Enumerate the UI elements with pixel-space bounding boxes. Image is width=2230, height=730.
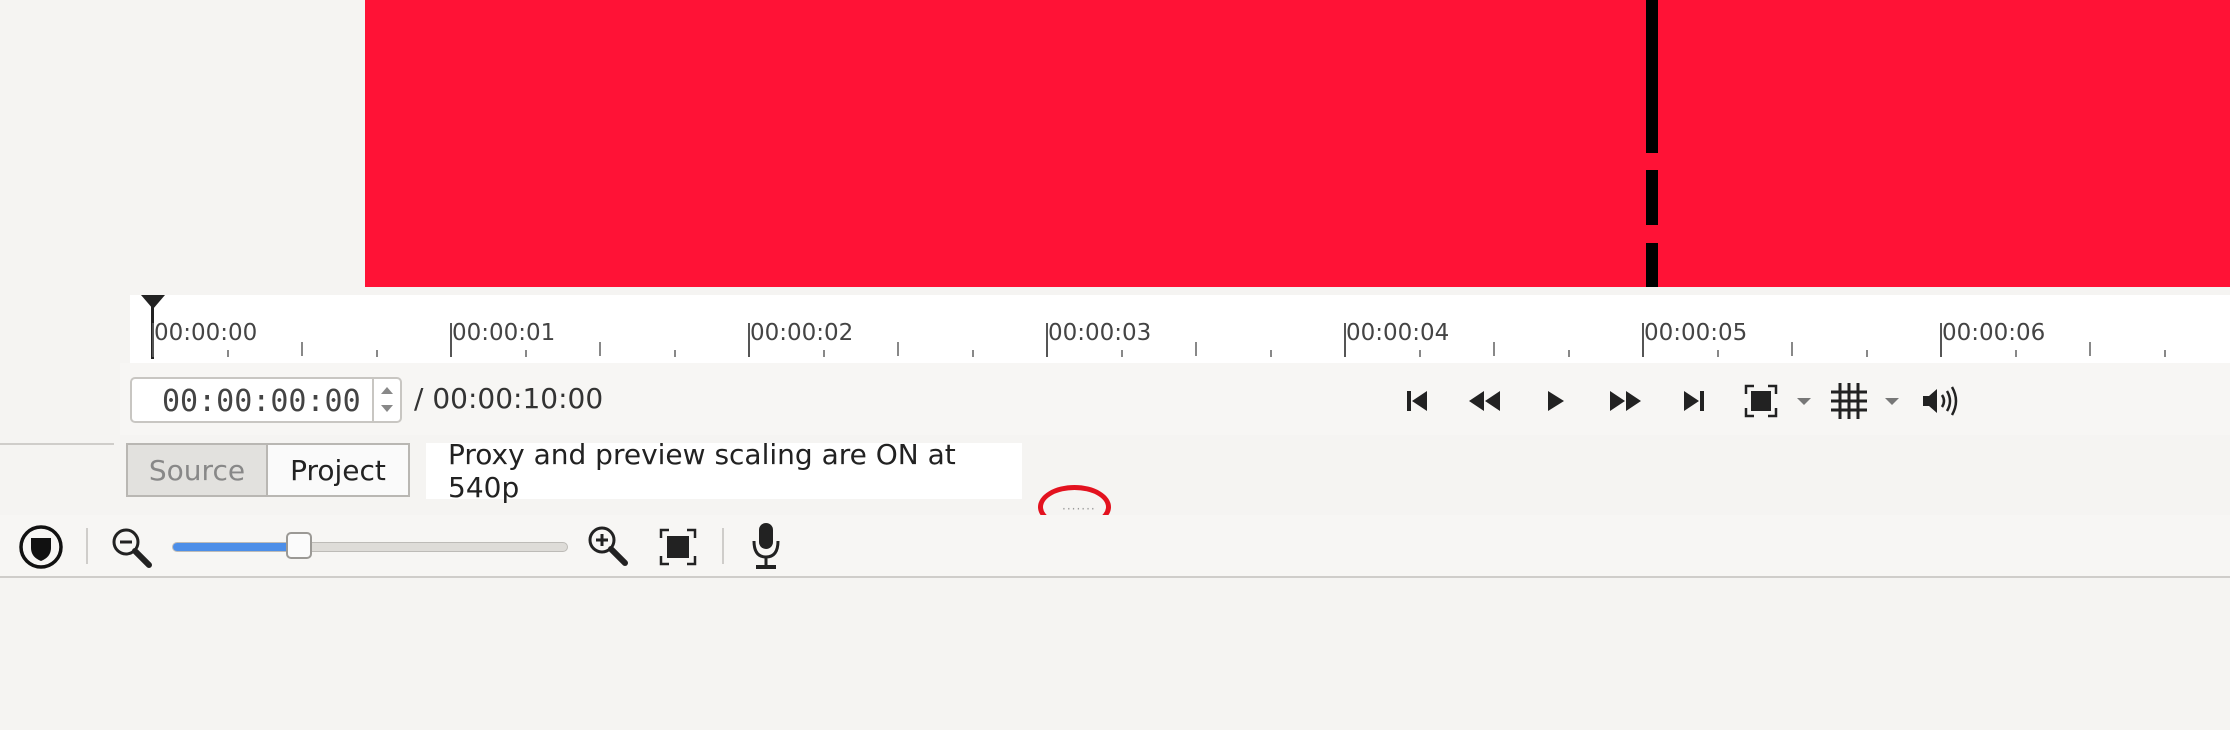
video-preview-frame xyxy=(365,0,2230,287)
ruler-time-label: 00:00:03 xyxy=(1048,320,1152,346)
ruler-minor-tick xyxy=(1195,342,1197,356)
ruler-minor-tick xyxy=(301,342,303,356)
record-audio-button[interactable] xyxy=(743,520,789,572)
ruler-time-label: 00:00:04 xyxy=(1346,320,1450,346)
ruler-minor-tick xyxy=(1419,350,1421,357)
guide-line-segment xyxy=(1646,243,1658,287)
zoom-fit-icon xyxy=(1744,384,1778,418)
ruler-minor-tick xyxy=(897,342,899,356)
zoom-fit-dropdown-icon[interactable] xyxy=(1797,398,1811,405)
play-icon xyxy=(1548,391,1564,411)
zoom-out-icon xyxy=(112,528,152,568)
ruler-minor-tick xyxy=(599,342,601,356)
toolbar-separator xyxy=(722,528,724,564)
zoom-slider-handle[interactable] xyxy=(286,532,312,559)
panel-divider xyxy=(0,443,114,445)
timeline-area[interactable] xyxy=(0,580,2230,730)
timeline-zoom-slider[interactable] xyxy=(172,542,568,552)
skip-start-button[interactable] xyxy=(1394,378,1440,424)
play-button[interactable] xyxy=(1532,378,1578,424)
ruler-minor-tick xyxy=(674,350,676,357)
zoom-fit-button[interactable] xyxy=(1738,378,1784,424)
track-status-button[interactable] xyxy=(16,522,66,572)
guide-line-segment xyxy=(1646,170,1658,225)
ruler-time-label: 00:00:01 xyxy=(452,320,556,346)
volume-button[interactable] xyxy=(1918,378,1964,424)
ruler-time-label: 00:00:06 xyxy=(1942,320,2046,346)
ruler-minor-tick xyxy=(972,350,974,357)
timecode-input[interactable]: 00:00:00:00 xyxy=(130,377,402,423)
duration-label: / 00:00:10:00 xyxy=(414,382,604,415)
volume-icon xyxy=(1923,386,1958,416)
fit-zoom-icon xyxy=(659,528,697,566)
zoom-in-icon xyxy=(588,526,628,566)
ruler-minor-tick xyxy=(525,350,527,357)
ruler-time-label: 00:00:02 xyxy=(750,320,854,346)
ruler-minor-tick xyxy=(227,350,229,357)
ruler-minor-tick xyxy=(1866,350,1868,357)
ruler-minor-tick xyxy=(2164,350,2166,357)
fit-zoom-button[interactable] xyxy=(655,524,701,570)
ruler-time-label: 00:00:05 xyxy=(1644,320,1748,346)
grid-dropdown-icon[interactable] xyxy=(1885,398,1899,405)
fast-forward-button[interactable] xyxy=(1602,378,1648,424)
timecode-value[interactable]: 00:00:00:00 xyxy=(162,384,361,419)
guide-line-segment xyxy=(1646,0,1658,153)
skip-start-icon xyxy=(1407,391,1427,411)
spin-up-icon[interactable] xyxy=(381,387,393,394)
ruler-minor-tick xyxy=(1493,342,1495,356)
skip-end-button[interactable] xyxy=(1671,378,1717,424)
proxy-status-text: Proxy and preview scaling are ON at 540p xyxy=(448,438,956,504)
fast-forward-icon xyxy=(1610,391,1641,411)
rewind-icon xyxy=(1469,391,1500,411)
ruler-minor-tick xyxy=(1568,350,1570,357)
ruler-minor-tick xyxy=(2089,342,2091,356)
microphone-icon xyxy=(752,523,780,569)
ruler-minor-tick xyxy=(376,350,378,357)
spin-down-icon[interactable] xyxy=(381,405,393,412)
toolbar-separator xyxy=(86,528,88,564)
splitter-grip-icon: ······· xyxy=(1062,502,1096,516)
shield-icon xyxy=(19,525,63,569)
rewind-button[interactable] xyxy=(1462,378,1508,424)
ruler-time-label: 00:00:00 xyxy=(154,320,258,346)
tab-project-monitor[interactable]: Project xyxy=(266,443,410,497)
ruler-minor-tick xyxy=(823,350,825,357)
ruler-minor-tick xyxy=(1791,342,1793,356)
ruler-minor-tick xyxy=(1121,350,1123,357)
grid-icon xyxy=(1831,383,1867,419)
monitor-ruler[interactable]: 00:00:00 00:00:01 00:00:02 00:00:03 00:00:04… xyxy=(130,295,2230,363)
tab-source-monitor[interactable]: Source xyxy=(126,443,268,497)
zoom-slider-fill xyxy=(173,543,300,551)
proxy-status-notice: Proxy and preview scaling are ON at 540p xyxy=(426,438,1022,504)
grid-button[interactable] xyxy=(1826,378,1872,424)
skip-end-icon xyxy=(1684,391,1704,411)
timecode-spinner[interactable] xyxy=(372,379,400,421)
ruler-minor-tick xyxy=(1717,350,1719,357)
ruler-minor-tick xyxy=(1270,350,1272,357)
zoom-in-button[interactable] xyxy=(584,522,630,568)
zoom-out-button[interactable] xyxy=(108,524,154,570)
ruler-minor-tick xyxy=(2015,350,2017,357)
